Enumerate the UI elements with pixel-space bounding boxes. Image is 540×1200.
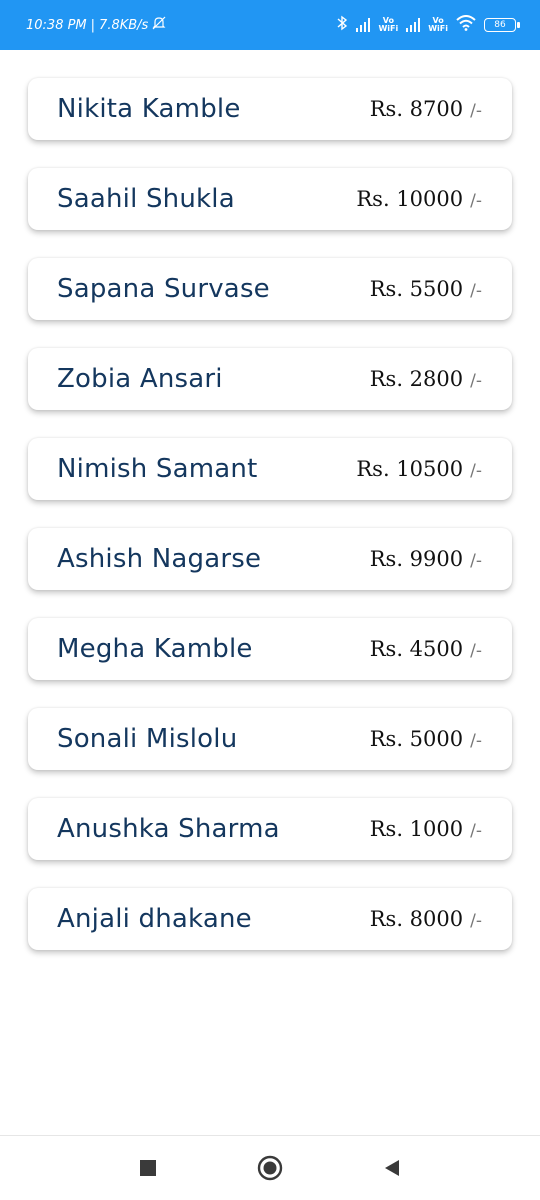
amount: Rs. 1000 /-: [370, 817, 482, 841]
signal-icon-2: [406, 18, 421, 32]
back-button[interactable]: [376, 1152, 408, 1184]
list-item[interactable]: Zobia Ansari Rs. 2800 /-: [28, 348, 512, 410]
list-item[interactable]: Anjali dhakane Rs. 8000 /-: [28, 888, 512, 950]
status-bar: 10:38 PM | 7.8KB/s Vo WiFi Vo WiFi 86: [0, 0, 540, 50]
battery-level: 86: [494, 20, 506, 30]
list-item[interactable]: Nimish Samant Rs. 10500 /-: [28, 438, 512, 500]
status-time: 10:38 PM: [26, 17, 87, 33]
amount-value: Rs. 9900: [369, 547, 464, 571]
status-divider: |: [90, 17, 96, 33]
person-name: Nikita Kamble: [57, 94, 241, 124]
list-item[interactable]: Megha Kamble Rs. 4500 /-: [28, 618, 512, 680]
amount-value: Rs. 8700: [369, 97, 464, 121]
person-name: Sonali Mislolu: [57, 724, 238, 754]
list-item[interactable]: Ashish Nagarse Rs. 9900 /-: [28, 528, 512, 590]
amount-value: Rs. 8000: [369, 907, 464, 931]
person-name: Sapana Survase: [57, 274, 270, 304]
amount-value: Rs. 5500: [369, 277, 464, 301]
person-name: Nimish Samant: [57, 454, 258, 484]
amount: Rs. 10000 /-: [356, 187, 482, 211]
recents-button[interactable]: [132, 1152, 164, 1184]
list-item[interactable]: Saahil Shukla Rs. 10000 /-: [28, 168, 512, 230]
wifi-icon: [456, 15, 476, 35]
amount-value: Rs. 5000: [369, 727, 464, 751]
navigation-bar: [0, 1135, 540, 1200]
amount: Rs. 8700 /-: [370, 97, 482, 121]
battery-icon: 86: [484, 18, 520, 32]
home-circle-icon: [257, 1155, 283, 1181]
amount-suffix: /-: [470, 371, 482, 391]
person-name: Megha Kamble: [57, 634, 253, 664]
amount-list: Nikita Kamble Rs. 8700 /- Saahil Shukla Rs. …: [28, 78, 512, 978]
person-name: Saahil Shukla: [57, 184, 235, 214]
amount-suffix: /-: [470, 911, 482, 931]
back-triangle-icon: [385, 1160, 399, 1176]
bluetooth-icon: [336, 15, 348, 35]
amount-suffix: /-: [470, 101, 482, 121]
vowifi-label-2: Vo WiFi: [428, 17, 448, 33]
amount-value: Rs. 10500: [356, 457, 464, 481]
signal-icon-1: [356, 18, 371, 32]
amount-suffix: /-: [470, 821, 482, 841]
list-item[interactable]: Anushka Sharma Rs. 1000 /-: [28, 798, 512, 860]
person-name: Anushka Sharma: [57, 814, 280, 844]
status-left: 10:38 PM | 7.8KB/s: [26, 16, 166, 34]
vowifi-label-1: Vo WiFi: [378, 17, 398, 33]
amount-suffix: /-: [470, 641, 482, 661]
status-right: Vo WiFi Vo WiFi 86: [336, 15, 520, 35]
person-name: Zobia Ansari: [57, 364, 223, 394]
list-item[interactable]: Sonali Mislolu Rs. 5000 /-: [28, 708, 512, 770]
amount-value: Rs. 4500: [369, 637, 464, 661]
amount: Rs. 2800 /-: [370, 367, 482, 391]
amount-suffix: /-: [470, 731, 482, 751]
wifi-label: WiFi: [428, 24, 448, 33]
amount-suffix: /-: [470, 551, 482, 571]
person-name: Ashish Nagarse: [57, 544, 262, 574]
wifi-label: WiFi: [378, 24, 399, 33]
amount-suffix: /-: [470, 281, 482, 301]
amount: Rs. 5000 /-: [370, 727, 482, 751]
list-item[interactable]: Nikita Kamble Rs. 8700 /-: [28, 78, 512, 140]
amount: Rs. 9900 /-: [370, 547, 482, 571]
amount-suffix: /-: [470, 461, 482, 481]
recents-square-icon: [140, 1160, 156, 1176]
person-name: Anjali dhakane: [57, 904, 252, 934]
network-speed: 7.8KB/s: [99, 17, 149, 33]
amount: Rs. 4500 /-: [370, 637, 482, 661]
amount-suffix: /-: [470, 191, 482, 211]
amount-value: Rs. 10000: [356, 187, 464, 211]
mute-icon: [152, 16, 166, 34]
amount-value: Rs. 1000: [369, 817, 464, 841]
list-item[interactable]: Sapana Survase Rs. 5500 /-: [28, 258, 512, 320]
amount-value: Rs. 2800: [369, 367, 464, 391]
amount: Rs. 8000 /-: [370, 907, 482, 931]
home-button[interactable]: [254, 1152, 286, 1184]
amount: Rs. 5500 /-: [370, 277, 482, 301]
amount: Rs. 10500 /-: [356, 457, 482, 481]
